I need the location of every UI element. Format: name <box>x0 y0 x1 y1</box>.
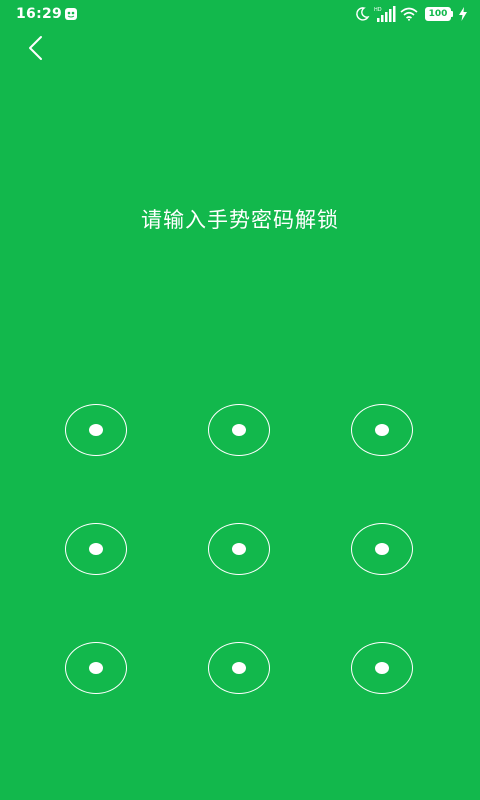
pattern-dot <box>232 662 246 674</box>
pattern-dot <box>89 543 103 555</box>
pattern-node-4[interactable] <box>65 523 127 575</box>
gesture-unlock-screen: 16:29 HD 100 请输入手势密码解锁 <box>0 0 480 800</box>
pattern-dot <box>232 543 246 555</box>
pattern-node-7[interactable] <box>65 642 127 694</box>
pattern-dot <box>89 662 103 674</box>
pattern-dot <box>232 424 246 436</box>
pattern-node-2[interactable] <box>208 404 270 456</box>
pattern-node-1[interactable] <box>65 404 127 456</box>
pattern-dot <box>89 424 103 436</box>
pattern-dot <box>375 424 389 436</box>
pattern-node-3[interactable] <box>351 404 413 456</box>
pattern-dot <box>375 662 389 674</box>
pattern-node-8[interactable] <box>208 642 270 694</box>
pattern-dot <box>375 543 389 555</box>
pattern-node-9[interactable] <box>351 642 413 694</box>
pattern-node-5[interactable] <box>208 523 270 575</box>
pattern-node-6[interactable] <box>351 523 413 575</box>
pattern-lock-grid[interactable] <box>0 0 480 800</box>
